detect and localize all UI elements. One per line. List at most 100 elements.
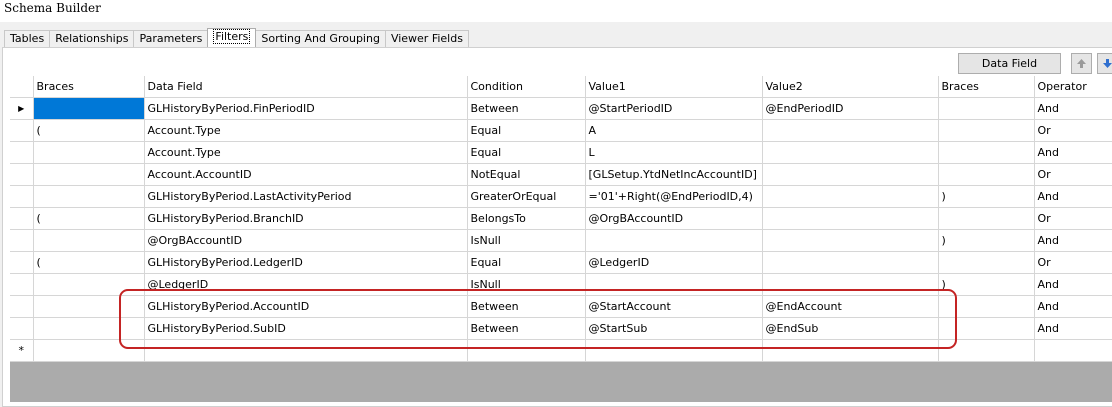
column-header-value1[interactable]: Value1 (585, 76, 763, 98)
cell-data-field[interactable]: Account.AccountID (144, 163, 468, 186)
cell-value1[interactable]: ='01'+Right(@EndPeriodID,4) (585, 185, 763, 208)
cell-value2[interactable] (762, 141, 939, 164)
cell-braces-open[interactable]: ( (33, 251, 145, 274)
row-header[interactable] (10, 207, 34, 230)
cell-braces-close[interactable]: ) (938, 229, 1035, 252)
cell-condition[interactable]: IsNull (467, 229, 586, 252)
cell-value2[interactable] (762, 163, 939, 186)
cell-data-field[interactable]: @LedgerID (144, 273, 468, 296)
cell-braces-open[interactable] (33, 273, 145, 296)
table-row[interactable]: @OrgBAccountID IsNull) And (10, 229, 1112, 252)
cell-value1[interactable]: @LedgerID (585, 251, 763, 274)
cell-data-field[interactable]: GLHistoryByPeriod.FinPeriodID (144, 97, 468, 120)
column-header-value2[interactable]: Value2 (762, 76, 939, 98)
table-row[interactable]: GLHistoryByPeriod.AccountID Between @Start… (10, 295, 1112, 318)
column-header-operator[interactable]: Operator (1034, 76, 1112, 98)
tab-relationships[interactable]: Relationships (49, 30, 135, 47)
cell-braces-close[interactable] (938, 339, 1035, 362)
cell-braces-open[interactable]: ( (33, 207, 145, 230)
cell-value2[interactable] (762, 229, 939, 252)
cell-value2[interactable] (762, 273, 939, 296)
tab-viewer-fields[interactable]: Viewer Fields (384, 30, 469, 47)
cell-braces-open[interactable] (33, 141, 145, 164)
row-header[interactable] (10, 295, 34, 318)
cell-braces-open[interactable] (33, 339, 145, 362)
tab-tables[interactable]: Tables (4, 30, 51, 47)
cell-operator[interactable]: And (1034, 141, 1112, 164)
table-row[interactable]: ▶ GLHistoryByPeriod.FinPeriodID Between @St… (10, 97, 1112, 120)
cell-condition[interactable]: Between (467, 295, 586, 318)
cell-value2[interactable] (762, 119, 939, 142)
cell-data-field[interactable]: GLHistoryByPeriod.LedgerID (144, 251, 468, 274)
cell-condition[interactable]: Equal (467, 251, 586, 274)
cell-value2[interactable] (762, 251, 939, 274)
row-header[interactable] (10, 273, 34, 296)
cell-operator[interactable]: And (1034, 317, 1112, 340)
cell-value1[interactable] (585, 229, 763, 252)
row-header[interactable] (10, 317, 34, 340)
cell-data-field[interactable] (144, 339, 468, 362)
row-header[interactable] (10, 141, 34, 164)
cell-operator[interactable]: And (1034, 185, 1112, 208)
cell-braces-close[interactable] (938, 251, 1035, 274)
table-row[interactable]: (GLHistoryByPeriod.LedgerID Equal @LedgerI… (10, 251, 1112, 274)
cell-braces-open[interactable] (33, 185, 145, 208)
cell-value1[interactable] (585, 339, 763, 362)
cell-operator[interactable]: Or (1034, 163, 1112, 186)
cell-operator[interactable]: And (1034, 273, 1112, 296)
cell-data-field[interactable]: GLHistoryByPeriod.BranchID (144, 207, 468, 230)
cell-operator[interactable]: And (1034, 229, 1112, 252)
row-header[interactable] (10, 251, 34, 274)
cell-condition[interactable]: GreaterOrEqual (467, 185, 586, 208)
cell-value1[interactable]: @StartSub (585, 317, 763, 340)
cell-braces-close[interactable] (938, 97, 1035, 120)
row-header[interactable]: ▶ (10, 97, 34, 120)
cell-value2[interactable]: @EndAccount (762, 295, 939, 318)
cell-braces-open[interactable] (33, 295, 145, 318)
cell-value1[interactable]: @StartPeriodID (585, 97, 763, 120)
cell-data-field[interactable]: @OrgBAccountID (144, 229, 468, 252)
cell-condition[interactable]: Equal (467, 141, 586, 164)
column-header-condition[interactable]: Condition (467, 76, 586, 98)
cell-operator[interactable] (1034, 339, 1112, 362)
tab-parameters[interactable]: Parameters (133, 30, 209, 47)
move-up-button[interactable] (1071, 53, 1092, 74)
cell-condition[interactable] (467, 339, 586, 362)
row-header[interactable] (10, 185, 34, 208)
cell-operator[interactable]: Or (1034, 119, 1112, 142)
cell-value1[interactable]: L (585, 141, 763, 164)
cell-braces-open[interactable]: ( (33, 119, 145, 142)
cell-value1[interactable]: @OrgBAccountID (585, 207, 763, 230)
cell-braces-close[interactable] (938, 141, 1035, 164)
cell-value1[interactable]: @StartAccount (585, 295, 763, 318)
data-field-formula-button[interactable]: Data Field Formula (958, 53, 1061, 89)
cell-braces-close[interactable] (938, 163, 1035, 186)
cell-operator[interactable]: Or (1034, 207, 1112, 230)
row-header[interactable] (10, 119, 34, 142)
table-row[interactable]: GLHistoryByPeriod.SubID Between @StartSub @… (10, 317, 1112, 340)
table-row[interactable]: @LedgerID IsNull) And (10, 273, 1112, 296)
cell-operator[interactable]: Or (1034, 251, 1112, 274)
cell-data-field[interactable]: GLHistoryByPeriod.SubID (144, 317, 468, 340)
column-header-braces-open[interactable]: Braces (33, 76, 145, 98)
cell-operator[interactable]: And (1034, 97, 1112, 120)
cell-value2[interactable]: @EndPeriodID (762, 97, 939, 120)
cell-condition[interactable]: Between (467, 97, 586, 120)
tab-filters[interactable]: Filters (207, 28, 257, 47)
cell-braces-close[interactable] (938, 295, 1035, 318)
cell-braces-open[interactable] (33, 229, 145, 252)
cell-condition[interactable]: BelongsTo (467, 207, 586, 230)
cell-value2[interactable]: @EndSub (762, 317, 939, 340)
cell-data-field[interactable]: GLHistoryByPeriod.AccountID (144, 295, 468, 318)
table-row[interactable]: Account.AccountID NotEqual [GLSetup.YtdNet… (10, 163, 1112, 186)
column-header-braces-close[interactable]: Braces (938, 76, 1035, 98)
table-row[interactable]: Account.Type Equal L And (10, 141, 1112, 164)
cell-condition[interactable]: Equal (467, 119, 586, 142)
cell-braces-close[interactable] (938, 119, 1035, 142)
table-row[interactable]: * (10, 339, 1112, 362)
cell-data-field[interactable]: GLHistoryByPeriod.LastActivityPeriod (144, 185, 468, 208)
cell-value1[interactable]: [GLSetup.YtdNetIncAccountID] (585, 163, 763, 186)
cell-braces-close[interactable] (938, 207, 1035, 230)
row-header[interactable]: * (10, 339, 34, 362)
cell-data-field[interactable]: Account.Type (144, 141, 468, 164)
